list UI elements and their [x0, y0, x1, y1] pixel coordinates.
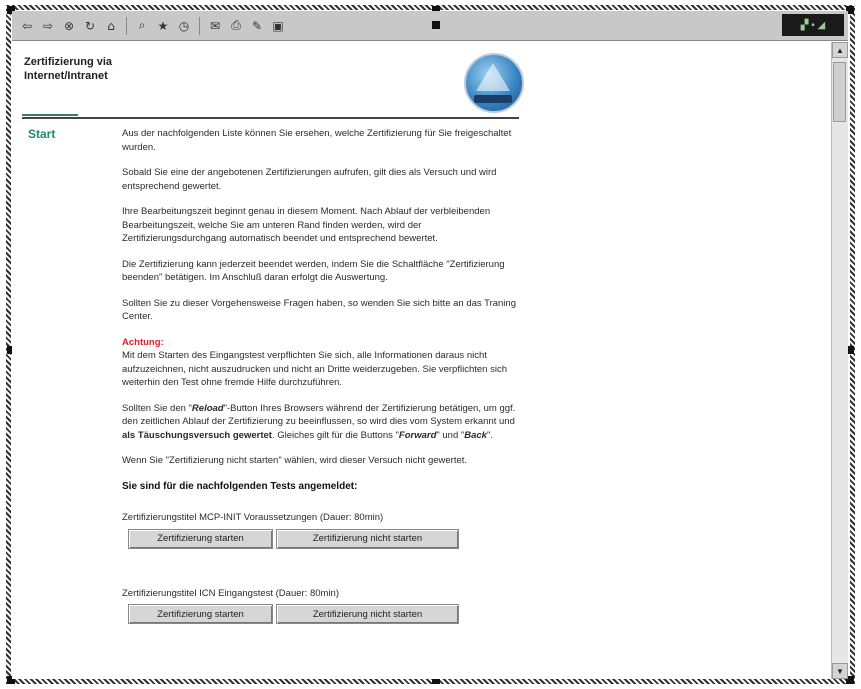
text-fragment: Sollten Sie den ": [122, 402, 192, 414]
info-paragraph: Ihre Bearbeitungszeit beginnt genau in d…: [122, 206, 491, 244]
toolbar-grip-handle[interactable]: [432, 21, 440, 29]
scroll-down-button[interactable]: ▼: [832, 663, 848, 679]
warning-block: Achtung: Mit dem Starten des Eingangstes…: [122, 336, 522, 390]
back-term: Back: [464, 429, 487, 441]
favorites-icon[interactable]: ★: [154, 17, 172, 35]
page-title: Zertifizierung via Internet/Intranet: [24, 56, 113, 82]
reload-warning-paragraph: Sollten Sie den "Reload"-Button Ihres Br…: [122, 402, 522, 443]
info-paragraph: Aus der nachfolgenden Liste können Sie e…: [122, 128, 512, 153]
browser-throbber-logo-icon: ▞ ▪ ◢: [782, 14, 844, 36]
certification-logo: [464, 53, 524, 113]
info-paragraph: Die Zertifizierung kann jederzeit beende…: [122, 258, 505, 284]
toolbar-separator: [199, 16, 200, 35]
skip-certification-button[interactable]: Zertifizierung nicht starten: [276, 604, 459, 624]
stop-icon[interactable]: ⊗: [60, 17, 78, 35]
warning-text: Mit dem Starten des Eingangstest verpfli…: [122, 350, 507, 388]
start-certification-button[interactable]: Zertifizierung starten: [128, 528, 273, 549]
text-fragment: . Gleiches gilt für die Buttons ": [271, 429, 399, 441]
warning-label: Achtung:: [122, 336, 164, 348]
info-paragraph: Sollten Sie zu dieser Vorgehensweise Fra…: [122, 297, 516, 323]
history-icon[interactable]: ◷: [175, 17, 193, 35]
refresh-icon[interactable]: ↻: [81, 17, 99, 35]
search-icon[interactable]: ⌕: [133, 17, 151, 35]
start-certification-button[interactable]: Zertifizierung starten: [128, 604, 273, 624]
forward-icon[interactable]: ⇨: [39, 17, 57, 35]
registered-tests-heading: Sie sind für die nachfolgenden Tests ang…: [122, 480, 358, 492]
info-paragraph: Wenn Sie "Zertifizierung nicht starten" …: [122, 455, 468, 466]
test-title: Zertifizierungstitel ICN Eingangstest (D…: [122, 587, 340, 599]
print-icon[interactable]: ⎙: [227, 17, 245, 35]
scroll-thumb[interactable]: [833, 62, 846, 122]
info-paragraph: Sobald Sie eine der angebotenen Zertifiz…: [122, 167, 497, 192]
vertical-scrollbar[interactable]: ▲ ▼: [831, 42, 848, 679]
text-fragment: ".: [486, 429, 493, 441]
toolbar-separator: [126, 16, 127, 35]
cheating-warning-term: als Täuschungsversuch gewertet: [122, 429, 272, 441]
nav-link-start[interactable]: Start: [28, 127, 55, 141]
forward-term: Forward: [398, 429, 437, 441]
logo-triangle-icon: [476, 63, 510, 91]
back-icon[interactable]: ⇦: [18, 17, 36, 35]
discuss-icon[interactable]: ▣: [269, 17, 287, 35]
test-title: Zertifizierungstitel MCP-INIT Voraussetz…: [122, 512, 384, 523]
edit-icon[interactable]: ✎: [248, 17, 266, 35]
test-actions: Zertifizierung starten Zertifizierung ni…: [128, 604, 522, 624]
header-accent-line: [22, 114, 78, 116]
logo-ribbon-icon: [474, 95, 512, 103]
main-content: Aus der nachfolgenden Liste können Sie e…: [122, 127, 522, 662]
scroll-up-button[interactable]: ▲: [832, 42, 848, 58]
skip-certification-button[interactable]: Zertifizierung nicht starten: [276, 528, 459, 549]
reload-term: Reload: [191, 402, 224, 414]
mail-icon[interactable]: ✉: [206, 17, 224, 35]
text-fragment: " und ": [436, 429, 465, 441]
browser-toolbar: ⇦ ⇨ ⊗ ↻ ⌂ ⌕ ★ ◷ ✉ ⎙ ✎ ▣ ▞ ▪ ◢: [12, 11, 848, 41]
browser-window: ⇦ ⇨ ⊗ ↻ ⌂ ⌕ ★ ◷ ✉ ⎙ ✎ ▣ ▞ ▪ ◢ ▲ ▼ Zertif…: [12, 11, 848, 679]
test-actions: Zertifizierung starten Zertifizierung ni…: [128, 528, 522, 549]
home-icon[interactable]: ⌂: [102, 17, 120, 35]
header-divider: [22, 117, 519, 119]
